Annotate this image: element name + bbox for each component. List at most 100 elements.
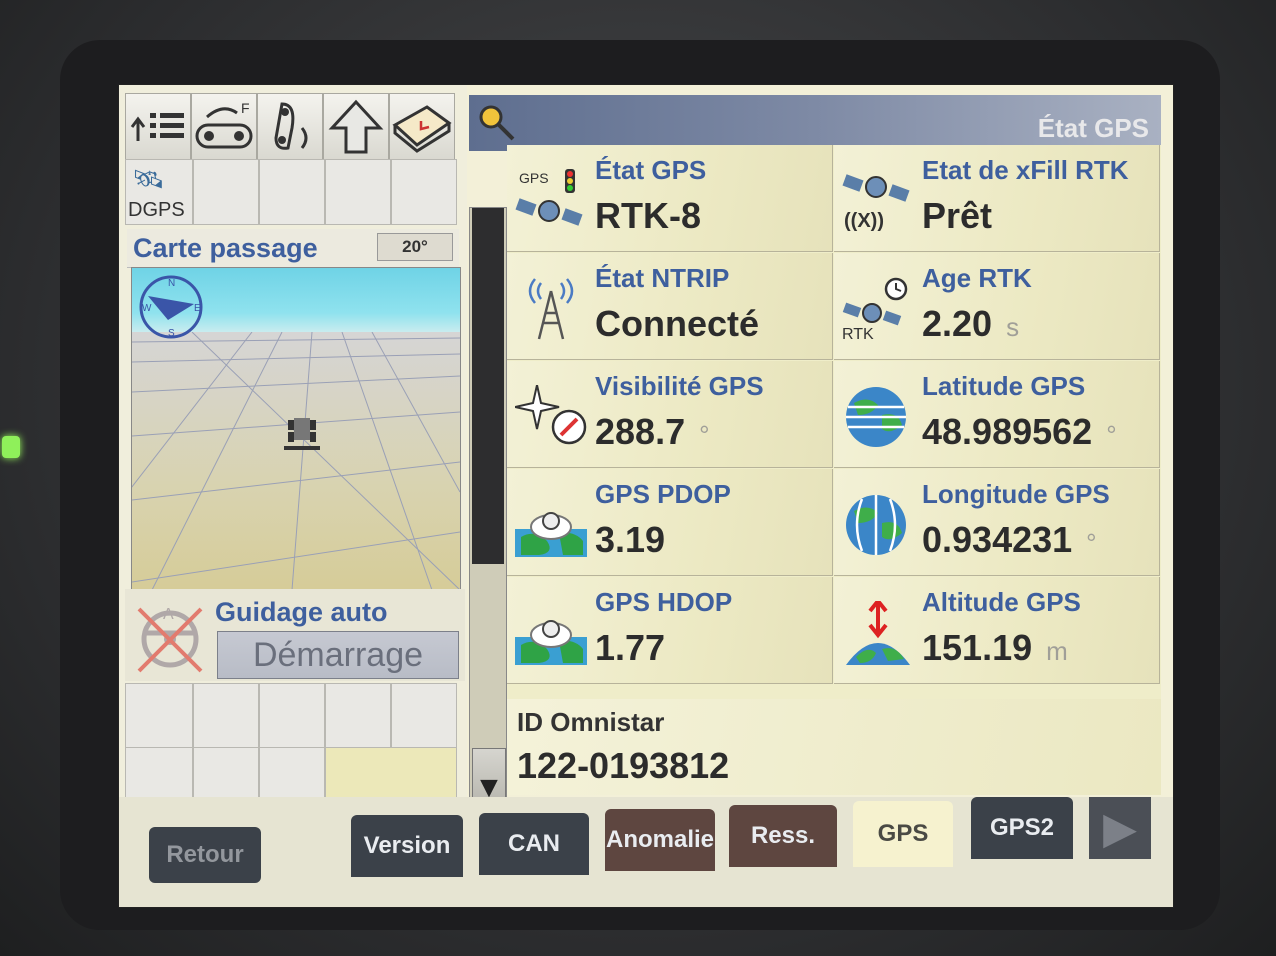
empty-slot[interactable] xyxy=(259,159,325,225)
empty-slot[interactable] xyxy=(325,159,391,225)
gps-info-grid: GPS État GPS RTK-8 ((X)) Etat de xFill R… xyxy=(507,145,1161,795)
device-bezel: F 🛰 DGPS Carte passage 20° N S W E A Gui… xyxy=(0,0,1276,956)
menu-list-button[interactable] xyxy=(125,93,191,161)
up-arrow-button[interactable] xyxy=(323,93,389,161)
map-angle-button[interactable]: 20° xyxy=(377,233,453,261)
tab-gps2[interactable]: GPS2 xyxy=(971,797,1073,859)
globe-latitude-icon xyxy=(846,387,906,447)
empty-slot[interactable] xyxy=(259,683,325,749)
gps-state-value: RTK-8 xyxy=(595,195,701,236)
empty-slot[interactable] xyxy=(325,683,391,749)
next-arrow-icon: ▶ xyxy=(1103,803,1137,853)
menu-list-icon xyxy=(130,113,184,141)
next-tabs-button[interactable]: ▶ xyxy=(1089,797,1151,859)
gps-altitude-cell: Altitude GPS 151.19 m xyxy=(834,577,1160,684)
rtk-age-cell: RTK Age RTK 2.20 s xyxy=(834,253,1160,360)
map-grid xyxy=(132,331,460,590)
gps-altitude-value: 151.19 xyxy=(922,627,1033,668)
gps-latitude-unit: ° xyxy=(1106,420,1117,450)
gps-visibility-value: 288.7 xyxy=(595,411,686,452)
gps-visibility-label: Visibilité GPS xyxy=(595,371,764,401)
svg-text:N: N xyxy=(168,278,175,289)
rtk-clock-icon: RTK xyxy=(842,277,908,341)
gps-longitude-label: Longitude GPS xyxy=(922,479,1110,509)
gps-altitude-unit: m xyxy=(1046,636,1068,666)
rtk-age-unit: s xyxy=(1006,312,1020,342)
svg-text:W: W xyxy=(142,303,152,314)
rtk-age-value-wrap: 2.20 s xyxy=(922,303,1019,345)
up-arrow-icon xyxy=(328,99,384,154)
start-button[interactable]: Démarrage xyxy=(217,631,459,679)
gps-longitude-unit: ° xyxy=(1086,528,1097,558)
satellite-icon: 🛰 xyxy=(132,164,166,194)
implement-button[interactable]: F xyxy=(191,93,257,161)
implement-icon: F xyxy=(195,100,253,149)
scrollbar[interactable]: ▼ xyxy=(469,207,507,809)
omnistar-label: ID Omnistar xyxy=(517,707,665,737)
map-ground xyxy=(132,331,460,590)
gps-visibility-value-wrap: 288.7 ° xyxy=(595,411,710,453)
tab-gps[interactable]: GPS xyxy=(853,801,953,867)
gps-state-cell: GPS État GPS RTK-8 xyxy=(507,145,833,252)
book-button[interactable] xyxy=(389,93,455,161)
gps-hdop-value: 1.77 xyxy=(595,627,666,668)
gps-hdop-cell: GPS HDOP 1.77 xyxy=(507,577,833,684)
gps-latitude-label: Latitude GPS xyxy=(922,371,1086,401)
svg-text:GPS: GPS xyxy=(519,170,549,186)
gps-visibility-unit: ° xyxy=(699,420,710,450)
gps-longitude-cell: Longitude GPS 0.934231 ° xyxy=(834,469,1160,576)
dgps-status[interactable]: 🛰 DGPS xyxy=(125,159,193,225)
tab-can[interactable]: CAN xyxy=(479,813,589,875)
tab-ress[interactable]: Ress. xyxy=(729,805,837,867)
ntrip-state-cell: État NTRIP Connecté xyxy=(507,253,833,360)
empty-slot[interactable] xyxy=(391,159,457,225)
xfill-satellite-icon: ((X)) xyxy=(842,174,910,232)
omnistar-value: 122-0193812 xyxy=(517,745,730,786)
back-button[interactable]: Retour xyxy=(149,827,261,883)
gps-pdop-value: 3.19 xyxy=(595,519,666,560)
gps-latitude-cell: Latitude GPS 48.989562 ° xyxy=(834,361,1160,468)
gps-satellite-icon: GPS xyxy=(515,169,583,226)
screen: F 🛰 DGPS Carte passage 20° N S W E A Gui… xyxy=(118,84,1174,908)
hitch-icon xyxy=(274,102,308,150)
empty-slot[interactable] xyxy=(193,683,259,749)
empty-slot[interactable] xyxy=(391,683,457,749)
altitude-icon xyxy=(846,601,910,665)
book-icon xyxy=(392,105,452,153)
tab-bar: Retour Version CAN Anomalie Ress. GPS GP… xyxy=(119,797,1173,907)
auto-guidance-panel: A Guidage auto Démarrage xyxy=(125,589,465,681)
tractor-icon xyxy=(284,418,320,450)
gps-altitude-label: Altitude GPS xyxy=(922,587,1081,617)
gps-state-label: État GPS xyxy=(595,155,707,185)
gps-latitude-value-wrap: 48.989562 ° xyxy=(922,411,1117,453)
gps-latitude-value: 48.989562 xyxy=(922,411,1093,452)
map-view[interactable]: N S W E xyxy=(131,267,461,591)
map-title: Carte passage xyxy=(133,233,318,263)
rtk-age-label: Age RTK xyxy=(922,263,1032,293)
auto-guidance-title: Guidage auto xyxy=(215,597,388,627)
ntrip-state-value: Connecté xyxy=(595,303,760,344)
pdop-map-icon xyxy=(515,512,587,557)
xfill-state-label: Etat de xFill RTK xyxy=(922,155,1129,185)
dgps-label: DGPS xyxy=(128,199,185,221)
page-title: État GPS xyxy=(1037,113,1149,143)
gps-pdop-cell: GPS PDOP 3.19 xyxy=(507,469,833,576)
tab-anomalie[interactable]: Anomalie xyxy=(605,809,715,871)
scroll-thumb[interactable] xyxy=(472,208,504,564)
svg-text:A: A xyxy=(163,606,174,623)
empty-slot[interactable] xyxy=(125,683,193,749)
gps-altitude-value-wrap: 151.19 m xyxy=(922,627,1068,669)
compass-star-icon xyxy=(515,385,587,445)
svg-text:S: S xyxy=(168,328,175,339)
power-led xyxy=(2,436,20,458)
gps-longitude-value: 0.934231 xyxy=(922,519,1073,560)
svg-text:((X)): ((X)) xyxy=(844,210,884,232)
tab-version[interactable]: Version xyxy=(351,815,463,877)
empty-slot[interactable] xyxy=(193,159,259,225)
compass-icon: N S W E xyxy=(139,275,203,339)
gps-pdop-label: GPS PDOP xyxy=(595,479,731,509)
hitch-button[interactable] xyxy=(257,93,323,161)
gps-visibility-cell: Visibilité GPS 288.7 ° xyxy=(507,361,833,468)
globe-longitude-icon xyxy=(846,495,906,555)
magnifier-icon[interactable] xyxy=(477,103,517,143)
